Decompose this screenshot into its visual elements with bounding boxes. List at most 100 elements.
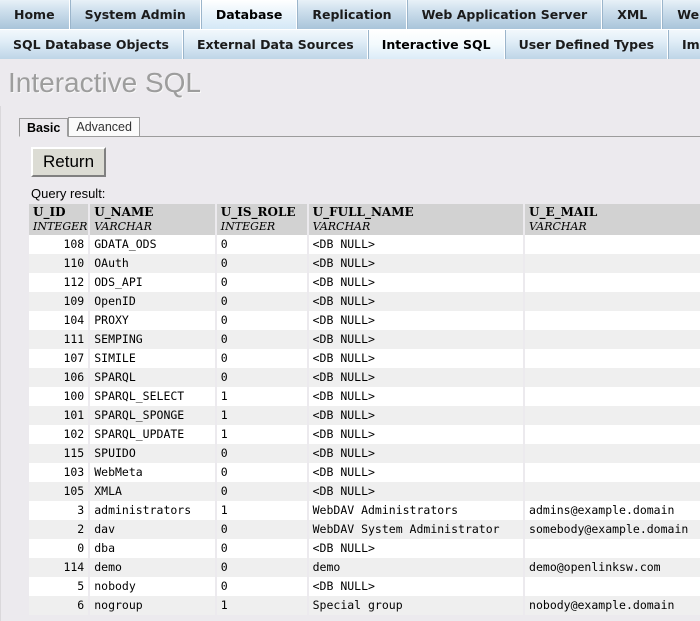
cell-u_full_name: <DB NULL> (308, 482, 524, 501)
table-row: 2 dav 0 WebDAV System Administrator somebody… (29, 520, 700, 539)
cell-u_id: 100 (29, 387, 89, 406)
cell-u_id: 107 (29, 349, 89, 368)
cell-u_e_mail: demo@openlinksw.com (525, 558, 700, 577)
cell-u_name: SPARQL_SELECT (90, 387, 215, 406)
cell-u_id: 106 (29, 368, 89, 387)
cell-u_name: SPARQL_UPDATE (90, 425, 215, 444)
result-table-wrapper: U_ID INTEGER U_NAME VARCHAR U_IS_ROLE INTEGER… (17, 204, 700, 615)
cell-u_id: 115 (29, 444, 89, 463)
table-row: 6 nogroup 1 Special group nobody@example.dom… (29, 596, 700, 615)
table-row: 5 nobody 0 <DB NULL> (29, 577, 700, 596)
table-row: 104 PROXY 0 <DB NULL> (29, 311, 700, 330)
cell-u_full_name: WebDAV Administrators (308, 501, 524, 520)
cell-u_full_name: <DB NULL> (308, 273, 524, 292)
table-row: 103 WebMeta 0 <DB NULL> (29, 463, 700, 482)
cell-u_id: 109 (29, 292, 89, 311)
cell-u_is_role: 1 (216, 387, 307, 406)
cell-u_id: 101 (29, 406, 89, 425)
cell-u_full_name: <DB NULL> (308, 235, 524, 254)
result-header-row: U_ID INTEGER U_NAME VARCHAR U_IS_ROLE INTEGER… (29, 204, 700, 235)
subnav-tab-import[interactable]: Import (668, 30, 700, 59)
cell-u_e_mail (525, 368, 700, 387)
column-type: INTEGER (220, 220, 276, 233)
tab-advanced[interactable]: Advanced (68, 117, 140, 136)
cell-u_full_name: <DB NULL> (308, 330, 524, 349)
nav-tab-web-application-server[interactable]: Web Application Server (406, 0, 603, 29)
cell-u_is_role: 0 (216, 235, 307, 254)
table-row: 100 SPARQL_SELECT 1 <DB NULL> (29, 387, 700, 406)
table-row: 3 administrators 1 WebDAV Administrators adm… (29, 501, 700, 520)
table-row: 112 ODS_API 0 <DB NULL> (29, 273, 700, 292)
cell-u_id: 6 (29, 596, 89, 615)
cell-u_id: 108 (29, 235, 89, 254)
cell-u_full_name: <DB NULL> (308, 387, 524, 406)
cell-u_is_role: 0 (216, 368, 307, 387)
button-row: Return (17, 137, 700, 177)
cell-u_e_mail (525, 463, 700, 482)
cell-u_name: demo (90, 558, 215, 577)
column-header-u_full_name: U_FULL_NAME VARCHAR (308, 204, 524, 235)
content-panel: Basic Advanced Return Query result: U_ID I… (0, 106, 700, 621)
cell-u_e_mail: somebody@example.domain (525, 520, 700, 539)
cell-u_full_name: <DB NULL> (308, 539, 524, 558)
cell-u_name: OAuth (90, 254, 215, 273)
cell-u_full_name: <DB NULL> (308, 463, 524, 482)
table-row: 115 SPUIDO 0 <DB NULL> (29, 444, 700, 463)
query-result-label: Query result: (31, 186, 106, 201)
nav-tab-home[interactable]: Home (0, 0, 70, 29)
column-name: U_FULL_NAME (312, 205, 414, 219)
cell-u_is_role: 0 (216, 273, 307, 292)
column-name: U_NAME (94, 205, 154, 219)
column-header-u_name: U_NAME VARCHAR (90, 204, 215, 235)
nav-tab-system-admin[interactable]: System Admin (69, 0, 201, 29)
cell-u_e_mail (525, 330, 700, 349)
nav-tab-xml[interactable]: XML (602, 0, 663, 29)
result-table-head: U_ID INTEGER U_NAME VARCHAR U_IS_ROLE INTEGER… (29, 204, 700, 235)
page-title-bar: Interactive SQL (0, 59, 700, 106)
column-name: U_E_MAIL (529, 205, 598, 219)
cell-u_full_name: Special group (308, 596, 524, 615)
tab-basic[interactable]: Basic (19, 118, 69, 137)
cell-u_e_mail (525, 539, 700, 558)
cell-u_full_name: <DB NULL> (308, 406, 524, 425)
subnav-tab-interactive-sql[interactable]: Interactive SQL (367, 30, 505, 59)
column-name: U_IS_ROLE (220, 205, 296, 219)
cell-u_full_name: demo (308, 558, 524, 577)
cell-u_is_role: 0 (216, 577, 307, 596)
cell-u_e_mail: admins@example.domain (525, 501, 700, 520)
cell-u_id: 5 (29, 577, 89, 596)
cell-u_is_role: 1 (216, 406, 307, 425)
table-row: 107 SIMILE 0 <DB NULL> (29, 349, 700, 368)
cell-u_e_mail (525, 577, 700, 596)
cell-u_is_role: 0 (216, 254, 307, 273)
subnav-tab-user-defined-types[interactable]: User Defined Types (504, 30, 669, 59)
cell-u_is_role: 0 (216, 463, 307, 482)
cell-u_id: 3 (29, 501, 89, 520)
cell-u_full_name: WebDAV System Administrator (308, 520, 524, 539)
cell-u_is_role: 1 (216, 501, 307, 520)
cell-u_id: 2 (29, 520, 89, 539)
nav-tab-replication[interactable]: Replication (297, 0, 407, 29)
cell-u_name: PROXY (90, 311, 215, 330)
cell-u_id: 104 (29, 311, 89, 330)
cell-u_name: dba (90, 539, 215, 558)
cell-u_full_name: <DB NULL> (308, 577, 524, 596)
cell-u_name: dav (90, 520, 215, 539)
subnav-tab-sql-database-objects[interactable]: SQL Database Objects (0, 30, 183, 59)
nav-tab-web-services[interactable]: Web Services (662, 0, 700, 29)
return-button[interactable]: Return (31, 147, 107, 177)
cell-u_full_name: <DB NULL> (308, 425, 524, 444)
table-row: 114 demo 0 demo demo@openlinksw.com (29, 558, 700, 577)
cell-u_name: nobody (90, 577, 215, 596)
cell-u_e_mail (525, 406, 700, 425)
cell-u_is_role: 0 (216, 520, 307, 539)
cell-u_name: administrators (90, 501, 215, 520)
cell-u_e_mail (525, 425, 700, 444)
nav-tab-database[interactable]: Database (200, 0, 298, 29)
primary-navigation: Home System Admin Database Replication Web A… (0, 0, 700, 29)
column-type: INTEGER (33, 220, 88, 233)
cell-u_is_role: 0 (216, 292, 307, 311)
subnav-tab-external-data-sources[interactable]: External Data Sources (182, 30, 368, 59)
cell-u_name: SPARQL_SPONGE (90, 406, 215, 425)
table-row: 101 SPARQL_SPONGE 1 <DB NULL> (29, 406, 700, 425)
